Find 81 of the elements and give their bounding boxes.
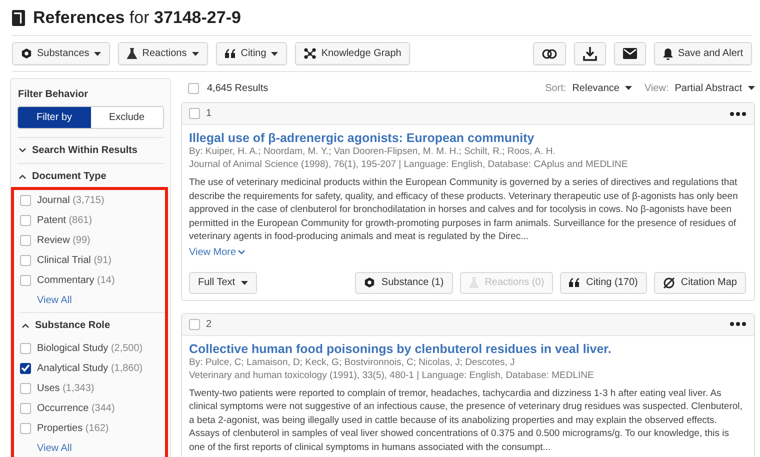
filter-option[interactable]: Biological Study (2,500) xyxy=(37,342,143,354)
chevron-icon xyxy=(238,250,246,254)
abstract-text: Twenty-two patients were reported to complain of tremor, headaches, tachycardia and dizziness 1-3 h after eating veal liver. As clinical symptoms were not suggestive of an infectious cause, the presence of veterinary drug residues was suspected. Clenbuterol, a beta 2-agonist, was being illegally used in cattle because of its anabolizing properties and may explain the observed effects. Assays of clenbuterol in samples of veal liver showed concentrations of 0.375 and 0.500 micrograms/g. To our knowledge, this is one of the first reports of clinical symptoms in humans associated with the consumpt... xyxy=(189,386,744,454)
result-title-link[interactable]: Illegal use of β-adrenergic agonists: European community xyxy=(189,131,746,145)
page-title: References for 37148-27-9 xyxy=(33,8,241,28)
result-action-button[interactable]: Citing (170) xyxy=(560,272,647,294)
checkbox[interactable] xyxy=(189,108,200,119)
circle-slash-icon xyxy=(662,276,675,288)
caret-icon xyxy=(271,52,278,56)
network-icon xyxy=(304,48,316,59)
checkbox[interactable] xyxy=(20,254,31,266)
checkbox[interactable] xyxy=(20,194,31,206)
toolbar-button[interactable]: Substances xyxy=(12,42,110,65)
filter-option[interactable]: Occurrence (344) xyxy=(37,402,115,414)
sort-label: Sort: xyxy=(545,82,566,94)
caret-icon xyxy=(192,52,199,56)
checkbox[interactable] xyxy=(20,362,31,374)
toolbar-button[interactable]: Citing xyxy=(216,42,288,65)
sort-dropdown[interactable]: Relevance xyxy=(572,76,632,100)
toolbar-button[interactable]: Reactions xyxy=(118,42,208,65)
panel-heading: Filter Behavior xyxy=(18,89,90,100)
checkbox[interactable] xyxy=(20,402,31,414)
checkbox[interactable] xyxy=(188,82,199,94)
result-title-link[interactable]: Collective human food poisonings by clenbuterol residues in veal liver. xyxy=(189,342,746,356)
flask-icon xyxy=(127,48,138,59)
filter-option[interactable]: Patent (861) xyxy=(37,214,92,226)
checkbox[interactable] xyxy=(20,382,31,394)
envelope-icon xyxy=(622,48,637,59)
more-options-icon[interactable] xyxy=(730,112,746,116)
download-icon xyxy=(582,46,597,60)
view-dropdown[interactable]: Partial Abstract xyxy=(674,76,755,100)
filter-option[interactable]: Journal (3,715) xyxy=(37,194,104,206)
filter-mode-toggle[interactable]: Exclude xyxy=(90,107,163,128)
more-options-icon[interactable] xyxy=(730,322,746,326)
checkbox[interactable] xyxy=(20,274,31,286)
caret-icon xyxy=(748,86,755,90)
toolbar-icon-button[interactable] xyxy=(574,42,606,65)
toolbar-icon-button[interactable] xyxy=(532,42,566,65)
checkbox[interactable] xyxy=(189,318,200,330)
checkbox[interactable] xyxy=(20,342,31,354)
full-text-button[interactable]: Full Text xyxy=(189,272,258,294)
section-header[interactable]: Document Type xyxy=(32,171,106,182)
toolbar-button[interactable]: Knowledge Graph xyxy=(295,42,410,65)
quote-icon xyxy=(224,49,236,58)
hexagon-icon xyxy=(364,277,376,288)
quote-icon xyxy=(569,278,580,287)
filter-option[interactable]: Uses (1,343) xyxy=(37,382,94,394)
filter-option[interactable]: Analytical Study (1,860) xyxy=(37,362,143,374)
section-header[interactable]: Search Within Results xyxy=(32,145,138,156)
results-count: 4,645 Results xyxy=(207,82,268,94)
source-text: Journal of Animal Science (1998), 76(1), 195-207 | Language: English, Database: CAplus and MEDLINE xyxy=(189,158,629,171)
result-action-button[interactable]: Citation Map xyxy=(654,272,746,294)
toolbar-icon-button[interactable] xyxy=(614,42,646,65)
caret-icon xyxy=(94,52,102,56)
result-action-button[interactable]: Substance (1) xyxy=(355,272,453,294)
filter-option[interactable]: Properties (162) xyxy=(37,422,109,434)
authors-text: By: Kuiper, H. A.; Noordam, M. Y.; Van Dooren-Flipsen, M. M. H.; Schilt, R.; Roos, A. H. xyxy=(189,145,556,158)
view-all-link[interactable]: View All xyxy=(37,443,72,454)
overlapping-circles-icon xyxy=(542,48,557,58)
source-text: Veterinary and human toxicology (1991), 33(5), 480-1 | Language: English, Database: MEDLINE xyxy=(189,368,595,382)
filter-option[interactable]: Clinical Trial (91) xyxy=(37,254,112,266)
view-label: View: xyxy=(644,82,669,94)
view-all-link[interactable]: View All xyxy=(37,295,72,306)
abstract-text: The use of veterinary medicinal products within the European Community is governed by a series of directives and regulations that describe the requirements for safety, quality, and efficacy of these products. Veterinary therapeutic use of β-agonists has only been approved in the case of clenbuterol for bronchodilatation in horses and calves and for tocolysis in cows. No β-agonists have been permitted in the European Community for growth-promoting purposes in farm animals. Surveillance for the presence of residues of veterinary agents in food-producing animals and meat is regulated by the Direc... xyxy=(189,176,739,244)
hexagon-icon xyxy=(21,48,32,59)
book-icon xyxy=(12,10,25,26)
caret-icon xyxy=(625,86,632,90)
filter-option[interactable]: Review (99) xyxy=(37,234,90,246)
save-alert-button[interactable]: Save and Alert xyxy=(654,42,752,65)
authors-text: By: Pulce, C; Lamaison, D; Keck, G; Bostvironnois, C; Nicolas, J; Descotes, J xyxy=(189,356,516,368)
caret-icon xyxy=(241,280,248,284)
result-number: 1 xyxy=(206,108,212,119)
result-number: 2 xyxy=(206,318,212,330)
checkbox[interactable] xyxy=(20,214,31,226)
view-more-link[interactable]: View More xyxy=(189,246,746,258)
checkbox[interactable] xyxy=(20,234,31,246)
filter-mode-toggle[interactable]: Filter by xyxy=(18,107,90,128)
section-header[interactable]: Substance Role xyxy=(35,320,110,331)
checkbox[interactable] xyxy=(20,422,31,434)
bell-icon xyxy=(662,48,673,60)
filter-option[interactable]: Commentary (14) xyxy=(37,274,115,286)
